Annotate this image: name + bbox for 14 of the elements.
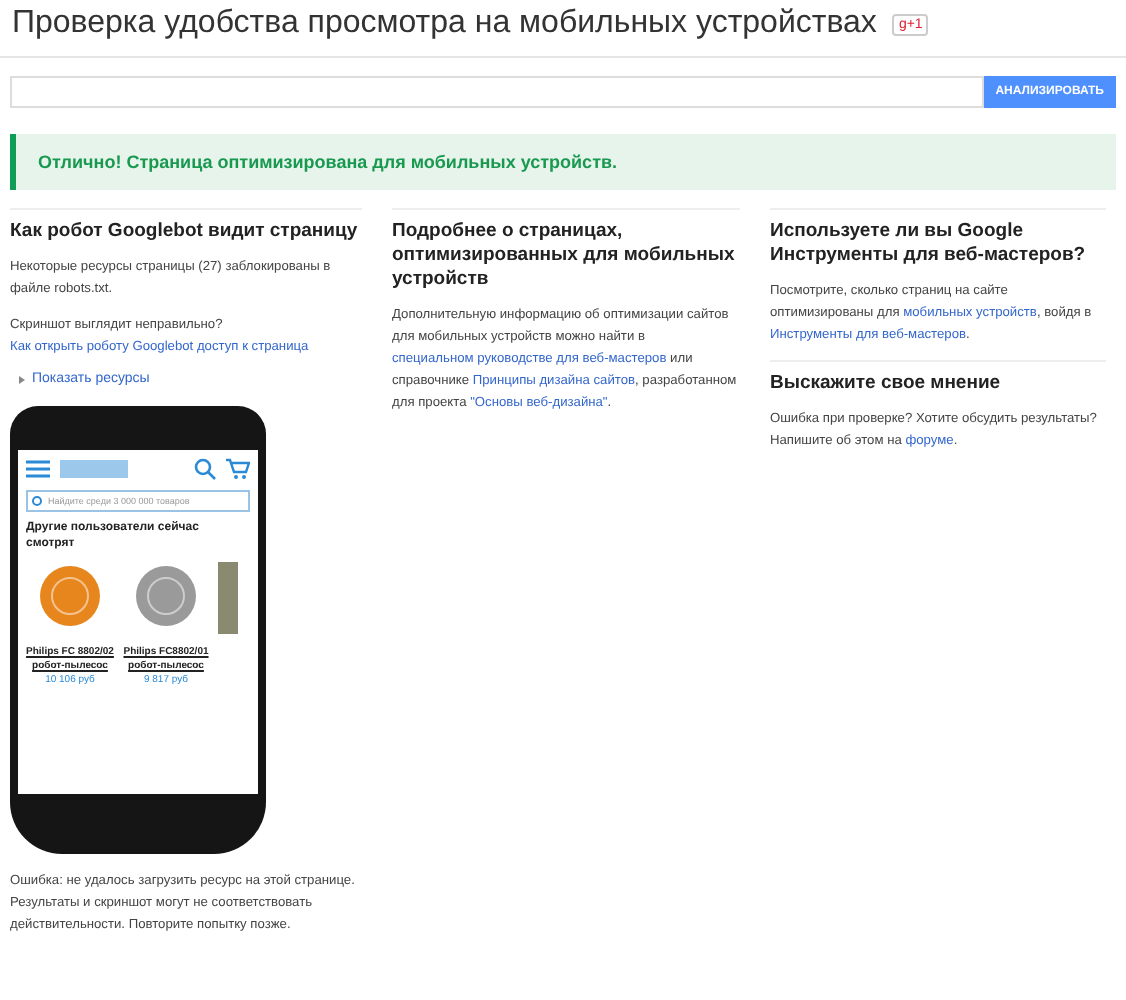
- page-title: Проверка удобства просмотра на мобильных устройствах: [12, 6, 877, 42]
- cart-icon[interactable]: [226, 458, 250, 480]
- success-message: Отлично! Страница оптимизирована для мобильных устройств.: [38, 152, 618, 172]
- section-heading: Подробнее о страницах, оптимизированных для мобильных устройств: [392, 220, 737, 292]
- blurred-logo: [60, 460, 128, 478]
- menu-icon[interactable]: [26, 460, 50, 478]
- section-heading: Как робот Googlebot видит страницу: [10, 220, 360, 244]
- search-icon: [32, 495, 44, 507]
- product-photo-placeholder: [218, 562, 238, 634]
- search-icon[interactable]: [194, 458, 216, 480]
- triangle-icon[interactable]: [18, 375, 26, 383]
- section-heading: Выскажите свое мнение: [770, 372, 1003, 396]
- url-field[interactable]: [10, 76, 984, 108]
- section-heading: Используете ли вы Google Инструменты для веб-мастеров?: [770, 220, 1088, 268]
